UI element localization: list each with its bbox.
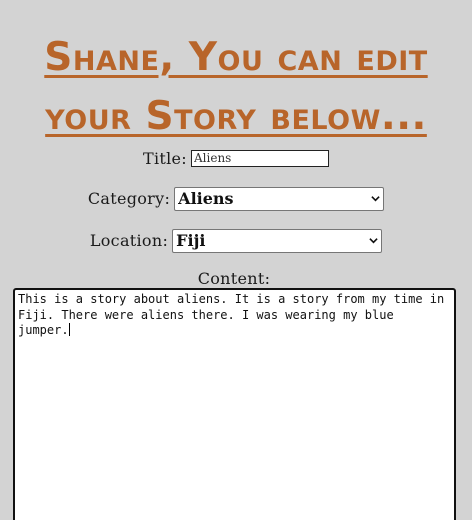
title-label: Title:: [143, 148, 187, 168]
category-row: Category: Aliens: [0, 186, 472, 211]
content-label: Content:: [197, 268, 271, 288]
category-select[interactable]: Aliens: [174, 186, 385, 211]
location-label: Location:: [89, 231, 169, 250]
location-selected-value: Fiji: [176, 231, 206, 250]
content-label-row: Content:: [0, 268, 472, 288]
location-row: Location: Fiji: [0, 228, 472, 253]
content-textarea[interactable]: This is a story about aliens. It is a st…: [13, 288, 456, 520]
content-text: This is a story about aliens. It is a st…: [18, 292, 452, 337]
chevron-down-icon: [371, 196, 380, 202]
title-input[interactable]: [191, 149, 329, 167]
text-caret: [68, 323, 70, 336]
title-row: Title:: [0, 148, 472, 168]
page-heading: Shane, You can edit your Story below...: [44, 35, 428, 139]
chevron-down-icon: [369, 238, 378, 244]
location-select[interactable]: Fiji: [172, 228, 383, 253]
category-label: Category:: [87, 189, 171, 208]
category-selected-value: Aliens: [178, 189, 234, 208]
